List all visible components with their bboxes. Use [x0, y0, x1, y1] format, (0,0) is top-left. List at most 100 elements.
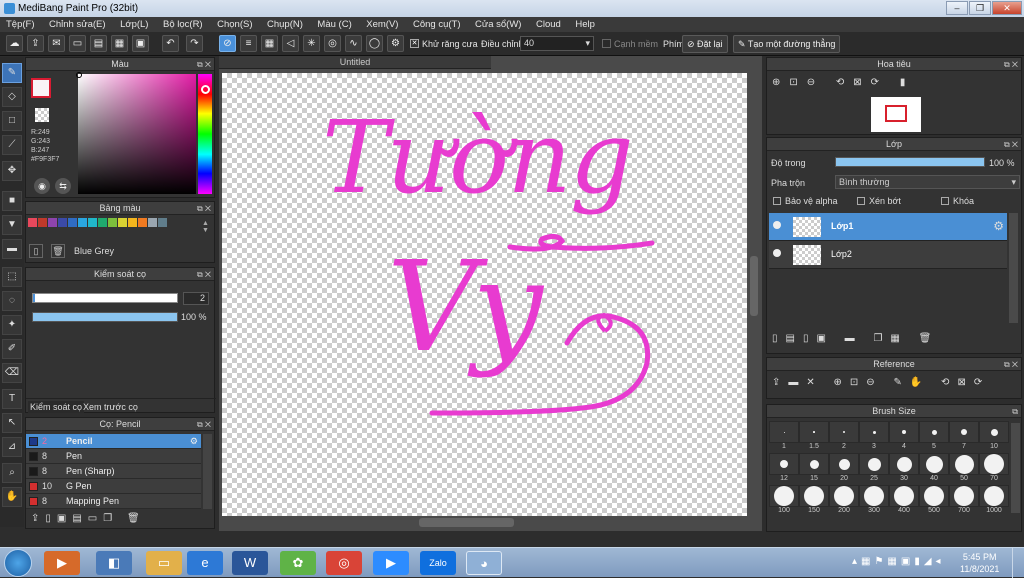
tab-brush-preview[interactable]: Xem trước cọ [81, 401, 140, 413]
fill-rect-tool-icon[interactable]: ■ [2, 191, 22, 211]
palette-swatch[interactable] [98, 218, 107, 227]
line-tool-icon[interactable]: ⟋ [2, 135, 22, 155]
menu-cloud[interactable]: Cloud [536, 19, 561, 30]
hand-tool-icon[interactable]: ✋ [2, 487, 22, 507]
hue-handle[interactable] [201, 85, 210, 94]
start-button[interactable] [4, 549, 32, 577]
brush-size-cell[interactable]: 20 [829, 453, 859, 485]
primary-color-swatch[interactable] [31, 78, 51, 98]
brush-size-cell[interactable]: 4 [889, 421, 919, 453]
saturation-value-picker[interactable] [78, 74, 196, 194]
soft-edge-checkbox[interactable] [602, 39, 611, 48]
show-desktop-button[interactable] [1012, 548, 1024, 578]
eye-icon[interactable] [773, 221, 781, 229]
brush-size-cell[interactable]: 1000 [979, 485, 1009, 517]
brush-size-slider[interactable] [32, 293, 178, 303]
menu-tools[interactable]: Công cụ(T) [413, 19, 461, 30]
brush-size-cell[interactable]: 300 [859, 485, 889, 517]
brush-list-item[interactable]: 8 Mapping Pen [26, 494, 201, 509]
secondary-color-swatch[interactable] [35, 108, 49, 122]
brush-size-cell[interactable]: 30 [889, 453, 919, 485]
brush-size-cell[interactable]: 1 [769, 421, 799, 453]
brush-tool-icon[interactable]: ✎ [2, 63, 22, 83]
rect-tool-icon[interactable]: □ [2, 111, 22, 131]
brush-size-cell[interactable]: 2 [829, 421, 859, 453]
eraser-tool-icon[interactable]: ◇ [2, 87, 22, 107]
menu-edit[interactable]: Chỉnh sửa(E) [49, 19, 106, 30]
menu-color[interactable]: Màu (C) [317, 19, 351, 30]
brush-panel-actions[interactable]: ⇪▯▣▤▭❐ 🗑 [31, 513, 146, 524]
navigator-thumbnail[interactable] [871, 97, 921, 132]
navigator-zoom-controls[interactable]: ⊕⊡⊖ ⟲⊠⟳ ▮ [772, 77, 914, 88]
radial-snap-icon[interactable]: ✳ [303, 35, 320, 52]
eyedropper-icon[interactable]: ⌕ [2, 463, 22, 483]
select-rect-icon[interactable]: ⬚ [2, 267, 22, 287]
brush-size-cell[interactable]: 400 [889, 485, 919, 517]
panel-expand-close-icon[interactable]: ⧉ ✕ [197, 418, 211, 431]
eye-icon[interactable] [773, 249, 781, 257]
move-tool-icon[interactable]: ✥ [2, 161, 22, 181]
gear-icon[interactable]: ⚙ [190, 434, 198, 449]
gear-icon[interactable]: ⚙ [993, 219, 1004, 233]
brush-size-cell[interactable]: 100 [769, 485, 799, 517]
brush-list-item[interactable]: 2 Pencil ⚙ [26, 434, 201, 449]
palette-swatch[interactable] [58, 218, 67, 227]
new-palette-icon[interactable]: ▯ [29, 244, 43, 258]
close-button[interactable]: ✕ [992, 1, 1022, 15]
settings-snap-icon[interactable]: ⚙ [387, 35, 404, 52]
minimize-button[interactable]: – [946, 1, 968, 15]
menu-filter[interactable]: Bộ lọc(R) [163, 19, 203, 30]
menu-window[interactable]: Cửa sổ(W) [475, 19, 521, 30]
panel-expand-close-icon[interactable]: ⧉ ✕ [197, 268, 211, 281]
panel-expand-close-icon[interactable]: ⧉ ✕ [197, 58, 211, 71]
horizontal-scrollbar[interactable] [419, 518, 514, 527]
text-tool-icon[interactable]: T [2, 389, 22, 409]
app-icon[interactable]: ◧ [96, 551, 132, 575]
ie-icon[interactable]: e [187, 551, 223, 575]
palette-swatch[interactable] [148, 218, 157, 227]
brush-list-item[interactable]: 8 Pen (Sharp) [26, 464, 201, 479]
lasso-icon[interactable]: ◌ [2, 291, 22, 311]
menu-file[interactable]: Tệp(F) [6, 19, 35, 30]
cross-snap-icon[interactable]: ▦ [261, 35, 278, 52]
ellipse-snap-icon[interactable]: ◯ [366, 35, 383, 52]
tab-brush-control[interactable]: Kiểm soát cọ [28, 401, 85, 413]
panel-expand-close-icon[interactable]: ⧉ ✕ [1004, 138, 1018, 151]
zalo-icon[interactable]: Zalo [420, 551, 456, 575]
snap-off-icon[interactable]: ⊘ [219, 35, 236, 52]
parallel-snap-icon[interactable]: ≡ [240, 35, 257, 52]
brush-size-cell[interactable]: 5 [919, 421, 949, 453]
brush-size-cell[interactable]: 700 [949, 485, 979, 517]
lock-checkbox[interactable] [941, 197, 949, 205]
protect-alpha-checkbox[interactable] [773, 197, 781, 205]
brush-list-item[interactable]: 10 G Pen [26, 479, 201, 494]
speech-icon[interactable]: ▭ [69, 35, 86, 52]
media-player-icon[interactable]: ▶ [44, 551, 80, 575]
brush-size-cell[interactable]: 150 [799, 485, 829, 517]
reference-controls[interactable]: ⇪▬✕ ⊕⊡⊖ ✎✋ ⟲⊠⟳ [772, 377, 990, 388]
layer-list-scrollbar[interactable] [1009, 213, 1018, 323]
brush-size-cell[interactable]: 3 [859, 421, 889, 453]
drawing-canvas[interactable]: Tường Vy [222, 73, 747, 516]
brush-size-cell[interactable]: 15 [799, 453, 829, 485]
palette-swatch[interactable] [78, 218, 87, 227]
blend-mode-select[interactable]: Bình thường ▾ [835, 175, 1020, 189]
redo-icon[interactable]: ↷ [186, 35, 203, 52]
brush-size-cell[interactable]: 7 [949, 421, 979, 453]
vanish-snap-icon[interactable]: ◁ [282, 35, 299, 52]
navigator-viewport-box[interactable] [885, 105, 907, 122]
straight-line-button[interactable]: ✎ Tạo một đường thẳng [733, 35, 841, 53]
brush-size-cell[interactable]: 500 [919, 485, 949, 517]
palette-swatch[interactable] [88, 218, 97, 227]
curve-snap-icon[interactable]: ∿ [345, 35, 362, 52]
swap-colors-icon[interactable]: ⇆ [55, 178, 71, 194]
brush-list-item[interactable]: 8 Pen [26, 449, 201, 464]
brush-size-cell[interactable]: 12 [769, 453, 799, 485]
clock[interactable]: 5:45 PM 11/8/2021 [960, 551, 999, 575]
brush-size-cell[interactable]: 50 [949, 453, 979, 485]
menu-view[interactable]: Xem(V) [366, 19, 398, 30]
menu-select[interactable]: Chọn(S) [217, 19, 252, 30]
brush-size-cell[interactable]: 25 [859, 453, 889, 485]
operation-tool-icon[interactable]: ↖ [2, 413, 22, 433]
antialias-checkbox[interactable]: ✕ [410, 39, 419, 48]
